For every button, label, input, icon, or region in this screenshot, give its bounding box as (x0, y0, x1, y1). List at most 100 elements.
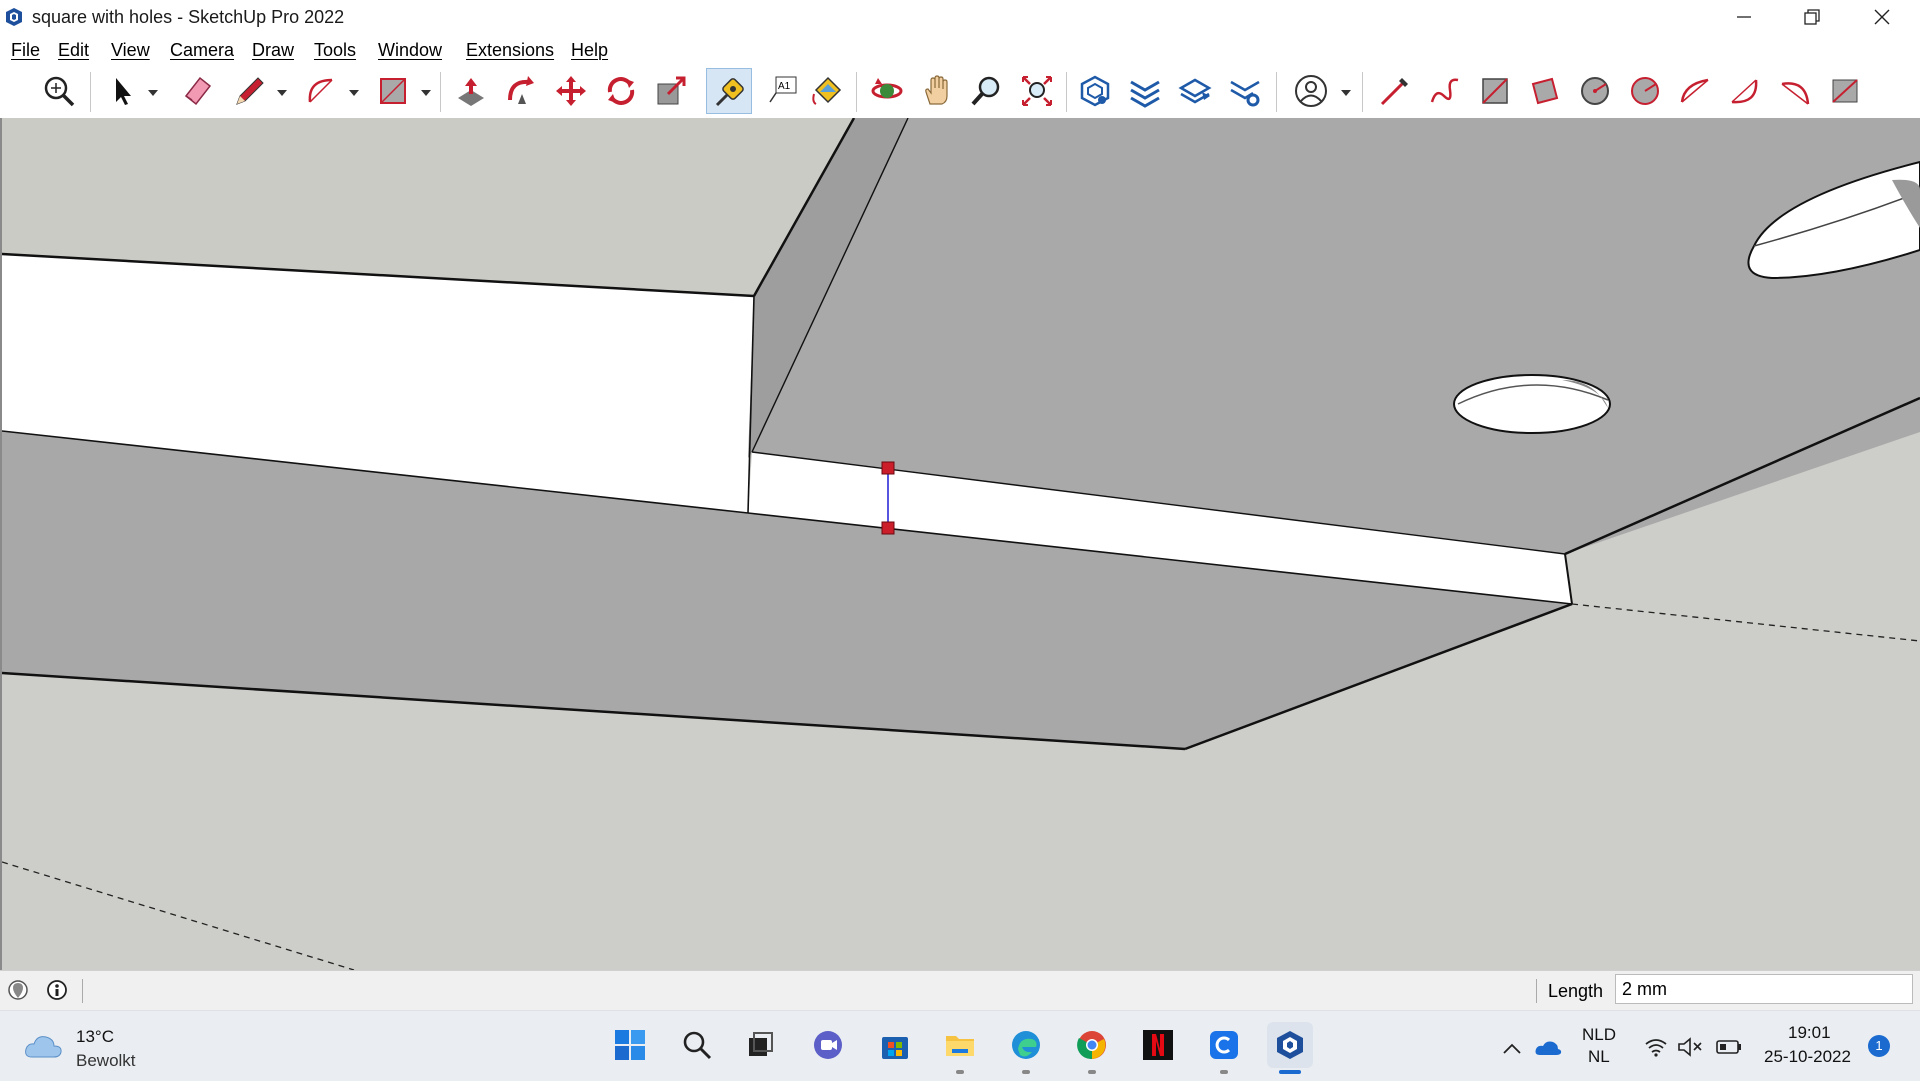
file-explorer-button[interactable] (937, 1022, 983, 1074)
line-dropdown-icon[interactable] (275, 88, 289, 98)
clock-date[interactable]: 25-10-2022 (1764, 1047, 1851, 1067)
window-title: square with holes - SketchUp Pro 2022 (32, 7, 345, 27)
battery-icon[interactable] (1716, 1039, 1742, 1055)
move-arrows-icon (556, 76, 586, 106)
show-hidden-icons-chevron[interactable] (1502, 1041, 1522, 1055)
arc-tool-button[interactable] (298, 68, 344, 114)
arc-dropdown-icon[interactable] (347, 88, 361, 98)
onedrive-cloud-icon[interactable] (1534, 1039, 1562, 1057)
keyboard-layout[interactable]: NL (1588, 1047, 1610, 1067)
restore-button[interactable] (1778, 0, 1846, 34)
microsoft-store-button[interactable] (872, 1022, 918, 1068)
pencil-line-icon (1380, 78, 1408, 106)
menu-file[interactable]: File (11, 40, 40, 61)
profile-button[interactable] (1288, 68, 1334, 114)
select-tool-button[interactable] (100, 68, 146, 114)
follow-me-tool-button[interactable] (498, 68, 544, 114)
freehand-tool-button[interactable] (1422, 68, 1468, 114)
teams-chat-button[interactable] (805, 1022, 851, 1068)
move-tool-button[interactable] (548, 68, 594, 114)
main-toolbar: A1 (0, 64, 1920, 119)
menu-view[interactable]: View (111, 40, 150, 61)
pan-tool-button[interactable] (914, 68, 960, 114)
freehand-line-button[interactable] (1372, 68, 1418, 114)
profile-dropdown-icon[interactable] (1339, 88, 1353, 98)
circle-tool-button[interactable] (1572, 68, 1618, 114)
task-view-button[interactable] (737, 1022, 783, 1068)
arrow-cursor-icon (116, 78, 131, 105)
tape-measure-tool-button[interactable] (706, 68, 752, 114)
zoom-magnifier-icon (971, 76, 1000, 106)
push-pull-tool-button[interactable] (448, 68, 494, 114)
arc-3-button[interactable] (1722, 68, 1768, 114)
rotated-rectangle-button[interactable] (1522, 68, 1568, 114)
chat-camera-icon (814, 1031, 842, 1059)
weather-widget[interactable]: 13°C Bewolkt (24, 1021, 154, 1071)
rectangle-tool-button[interactable] (370, 68, 416, 114)
menu-edit[interactable]: Edit (58, 40, 89, 61)
sketchup-taskbar-button[interactable] (1267, 1022, 1313, 1074)
pencil-icon (236, 77, 264, 105)
zoom-tool-button[interactable] (964, 68, 1010, 114)
orbit-tool-button[interactable] (864, 68, 910, 114)
paint-bucket-tool-button[interactable] (804, 68, 850, 114)
select-dropdown-icon[interactable] (146, 88, 160, 98)
rectangle-dropdown-icon[interactable] (419, 88, 433, 98)
windows-taskbar: 13°C Bewolkt NLD NL 19:01 25-10-2022 1 (0, 1010, 1920, 1081)
stamp-tool-button[interactable] (1222, 68, 1268, 114)
menu-camera[interactable]: Camera (170, 40, 234, 61)
sandbox-from-scratch-button[interactable] (1122, 68, 1168, 114)
notification-badge[interactable]: 1 (1868, 1035, 1890, 1057)
instructor-info-icon[interactable] (46, 979, 68, 1001)
pie-tool-button[interactable] (1772, 68, 1818, 114)
text-tool-button[interactable]: A1 (760, 68, 806, 114)
section-tool-button[interactable] (1822, 68, 1868, 114)
text-label-icon: A1 (769, 76, 797, 103)
sandbox-grid-icon (1130, 80, 1160, 108)
user-profile-icon (1295, 75, 1327, 107)
model-scene (2, 118, 1920, 970)
zoom-extents-tool-button[interactable] (1014, 68, 1060, 114)
c-app-icon (1210, 1031, 1238, 1059)
edge-logo-icon (1012, 1031, 1040, 1059)
menu-help[interactable]: Help (571, 40, 608, 61)
rotate-tool-button[interactable] (598, 68, 644, 114)
menu-tools[interactable]: Tools (314, 40, 356, 61)
measurements-input[interactable] (1615, 974, 1913, 1004)
paint-bucket-icon (812, 76, 842, 105)
search-tool-button[interactable] (36, 68, 82, 114)
cloudy-weather-icon (25, 1036, 62, 1058)
close-button[interactable] (1848, 0, 1916, 34)
modeling-viewport[interactable] (0, 118, 1920, 970)
language-code[interactable]: NLD (1582, 1025, 1616, 1045)
menu-window[interactable]: Window (378, 40, 442, 61)
menu-bar: File Edit View Camera Draw Tools Window … (0, 34, 1920, 64)
scale-tool-button[interactable] (648, 68, 694, 114)
sketchup-logo-icon (1277, 1031, 1303, 1059)
taskbar-search-button[interactable] (674, 1022, 720, 1068)
netflix-button[interactable] (1135, 1022, 1181, 1068)
clock-time[interactable]: 19:01 (1788, 1023, 1831, 1043)
menu-extensions[interactable]: Extensions (466, 40, 554, 61)
minimize-button[interactable] (1710, 0, 1778, 34)
sandbox-from-contours-button[interactable] (1072, 68, 1118, 114)
line-tool-button[interactable] (226, 68, 272, 114)
edge-browser-button[interactable] (1003, 1022, 1049, 1074)
arc-2-button[interactable] (1672, 68, 1718, 114)
wifi-icon[interactable] (1644, 1037, 1668, 1057)
rectangle-2-button[interactable] (1472, 68, 1518, 114)
start-button[interactable] (607, 1022, 653, 1068)
magnifier-search-icon (44, 76, 75, 107)
chrome-browser-button[interactable] (1069, 1022, 1115, 1074)
arc-two-point-icon (1680, 78, 1709, 103)
speaker-muted-icon[interactable] (1677, 1037, 1703, 1057)
menu-draw[interactable]: Draw (252, 40, 294, 61)
eraser-tool-button[interactable] (174, 68, 220, 114)
store-bag-icon (882, 1037, 908, 1059)
polygon-tool-button[interactable] (1622, 68, 1668, 114)
geolocation-icon[interactable] (7, 979, 29, 1001)
windows-logo-icon (615, 1030, 645, 1060)
cortana-app-button[interactable] (1201, 1022, 1247, 1074)
title-bar: square with holes - SketchUp Pro 2022 (0, 0, 1920, 34)
smoove-tool-button[interactable] (1172, 68, 1218, 114)
